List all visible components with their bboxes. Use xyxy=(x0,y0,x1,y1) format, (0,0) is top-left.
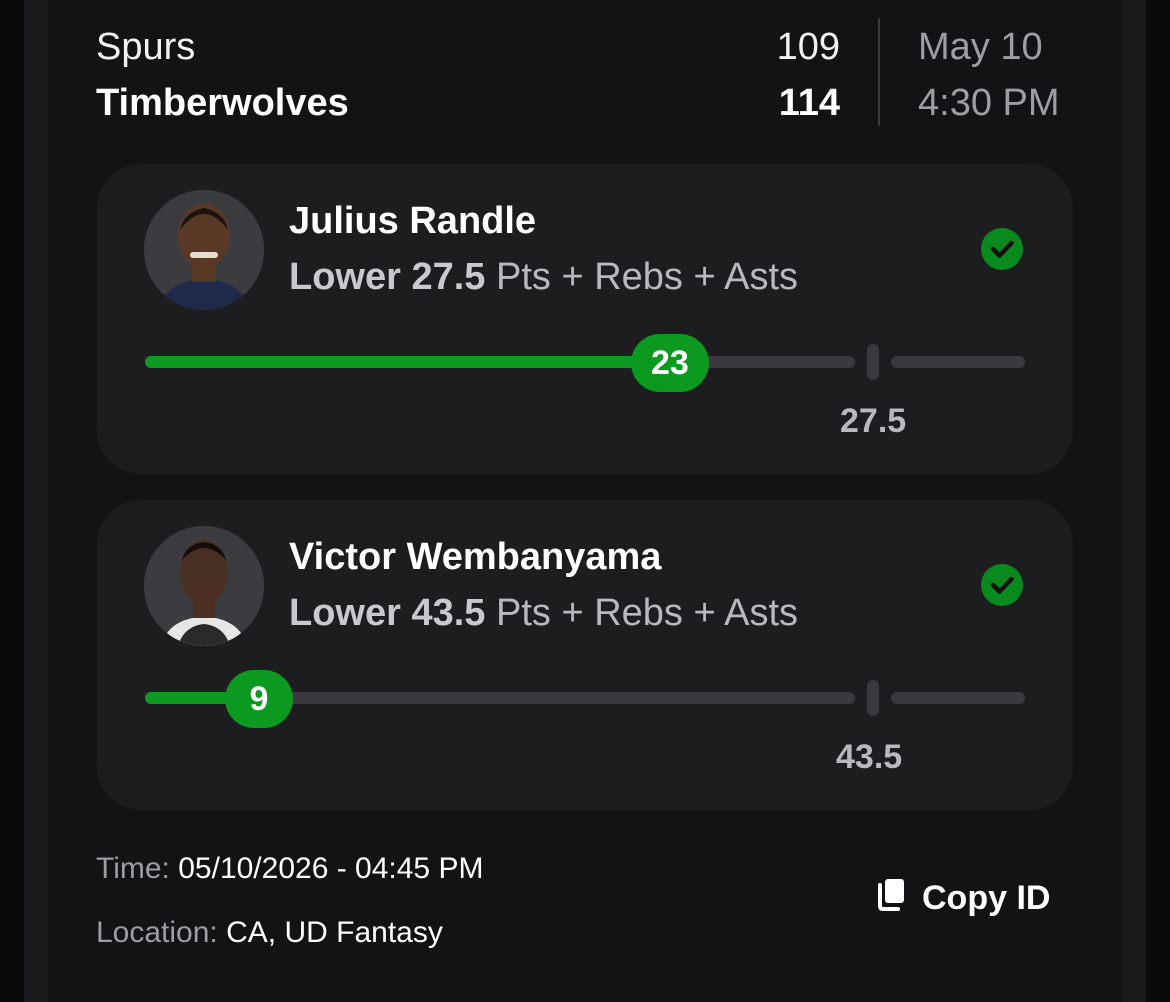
pick-line: Lower 27.5 Pts + Rebs + Asts xyxy=(289,256,798,299)
player-photo-icon xyxy=(144,526,264,646)
entry-location: Location: CA, UD Fantasy xyxy=(96,916,443,950)
check-circle-icon xyxy=(981,564,1023,606)
entry-time-label: Time: xyxy=(96,852,170,885)
progress-track-overflow xyxy=(891,356,1025,368)
entry-location-label: Location: xyxy=(96,916,218,949)
line-marker xyxy=(867,344,879,380)
entry-time: Time: 05/10/2026 - 04:45 PM xyxy=(96,852,483,886)
line-marker xyxy=(867,680,879,716)
player-photo-icon xyxy=(144,190,264,310)
game-date: May 10 xyxy=(918,26,1043,68)
pick-card[interactable]: Julius Randle Lower 27.5 Pts + Rebs + As… xyxy=(97,164,1073,474)
progress-track-overflow xyxy=(891,692,1025,704)
home-team-score: 114 xyxy=(778,82,840,124)
pick-stat: Pts + Rebs + Asts xyxy=(496,592,799,634)
entry-location-value: CA, UD Fantasy xyxy=(226,916,443,949)
pick-line: Lower 43.5 Pts + Rebs + Asts xyxy=(289,592,798,635)
player-avatar xyxy=(144,190,264,310)
entry-time-value: 05/10/2026 - 04:45 PM xyxy=(178,852,484,885)
check-circle-icon xyxy=(981,228,1023,270)
card-left-rail xyxy=(24,0,48,1002)
copy-id-label: Copy ID xyxy=(922,878,1051,917)
progress-fill xyxy=(145,356,670,368)
pick-stat: Pts + Rebs + Asts xyxy=(496,256,799,298)
player-avatar xyxy=(144,526,264,646)
header-divider xyxy=(878,18,880,126)
away-team-name: Spurs xyxy=(96,26,196,68)
home-team-name: Timberwolves xyxy=(96,82,349,124)
player-name: Victor Wembanyama xyxy=(289,536,662,578)
game-time: 4:30 PM xyxy=(918,82,1060,124)
copy-icon xyxy=(876,877,906,920)
pick-direction-line: Lower 43.5 xyxy=(289,592,486,634)
pick-direction-line: Lower 27.5 xyxy=(289,256,486,298)
copy-id-button[interactable]: Copy ID xyxy=(876,878,1050,918)
card-right-rail xyxy=(1122,0,1146,1002)
pick-card[interactable]: Victor Wembanyama Lower 43.5 Pts + Rebs … xyxy=(97,500,1073,810)
line-value-label: 43.5 xyxy=(836,738,903,776)
away-team-score: 109 xyxy=(776,26,840,68)
player-name: Julius Randle xyxy=(289,200,537,242)
current-stat-bubble: 23 xyxy=(631,334,709,392)
line-value-label: 27.5 xyxy=(840,402,907,440)
current-stat-bubble: 9 xyxy=(225,670,293,728)
